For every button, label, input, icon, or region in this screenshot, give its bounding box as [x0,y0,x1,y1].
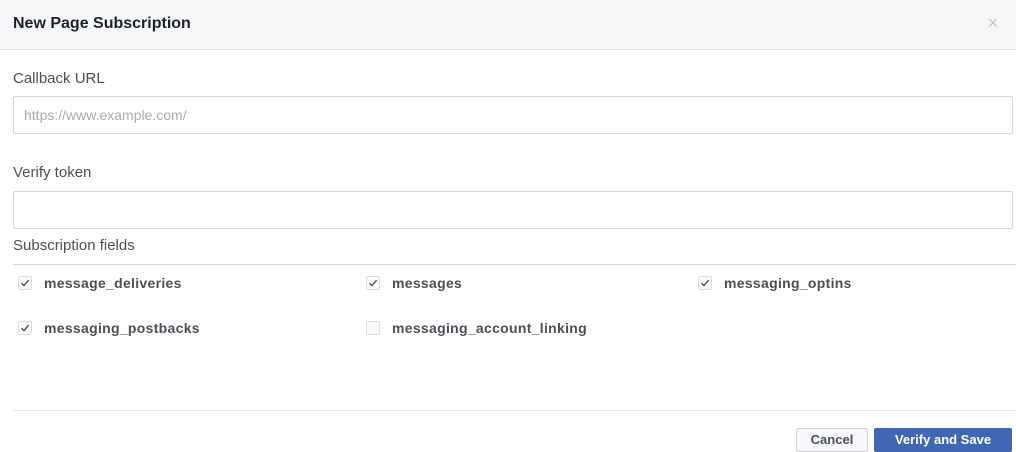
checkbox-label: messages [392,275,463,291]
verify-token-label: Verify token [13,164,92,181]
checkbox-label: messaging_postbacks [44,320,200,336]
checkbox-label: messaging_account_linking [392,320,587,336]
checkbox-message-deliveries[interactable]: message_deliveries [18,275,182,291]
verify-and-save-button[interactable]: Verify and Save [874,428,1012,452]
subscription-fields-divider [13,264,1016,265]
callback-url-label: Callback URL [13,70,105,87]
checkbox-label: message_deliveries [44,275,182,291]
footer-divider [13,410,1016,411]
checkbox-checked-icon[interactable] [18,321,32,335]
verify-token-input[interactable] [13,191,1013,229]
cancel-button[interactable]: Cancel [796,428,868,452]
checkbox-messaging-postbacks[interactable]: messaging_postbacks [18,320,200,336]
checkbox-messaging-optins[interactable]: messaging_optins [698,275,852,291]
subscription-fields-label: Subscription fields [13,237,135,254]
close-icon[interactable]: × [984,14,1002,32]
dialog-title: New Page Subscription [13,15,191,32]
new-page-subscription-dialog: New Page Subscription × Callback URL Ver… [0,0,1016,452]
checkbox-messaging-account-linking[interactable]: messaging_account_linking [366,320,587,336]
checkbox-checked-icon[interactable] [18,276,32,290]
checkbox-label: messaging_optins [724,275,852,291]
dialog-header: New Page Subscription × [0,0,1016,50]
checkbox-checked-icon[interactable] [366,276,380,290]
checkbox-messages[interactable]: messages [366,275,462,291]
checkbox-unchecked-icon[interactable] [366,321,380,335]
callback-url-input[interactable] [13,96,1013,134]
checkbox-checked-icon[interactable] [698,276,712,290]
